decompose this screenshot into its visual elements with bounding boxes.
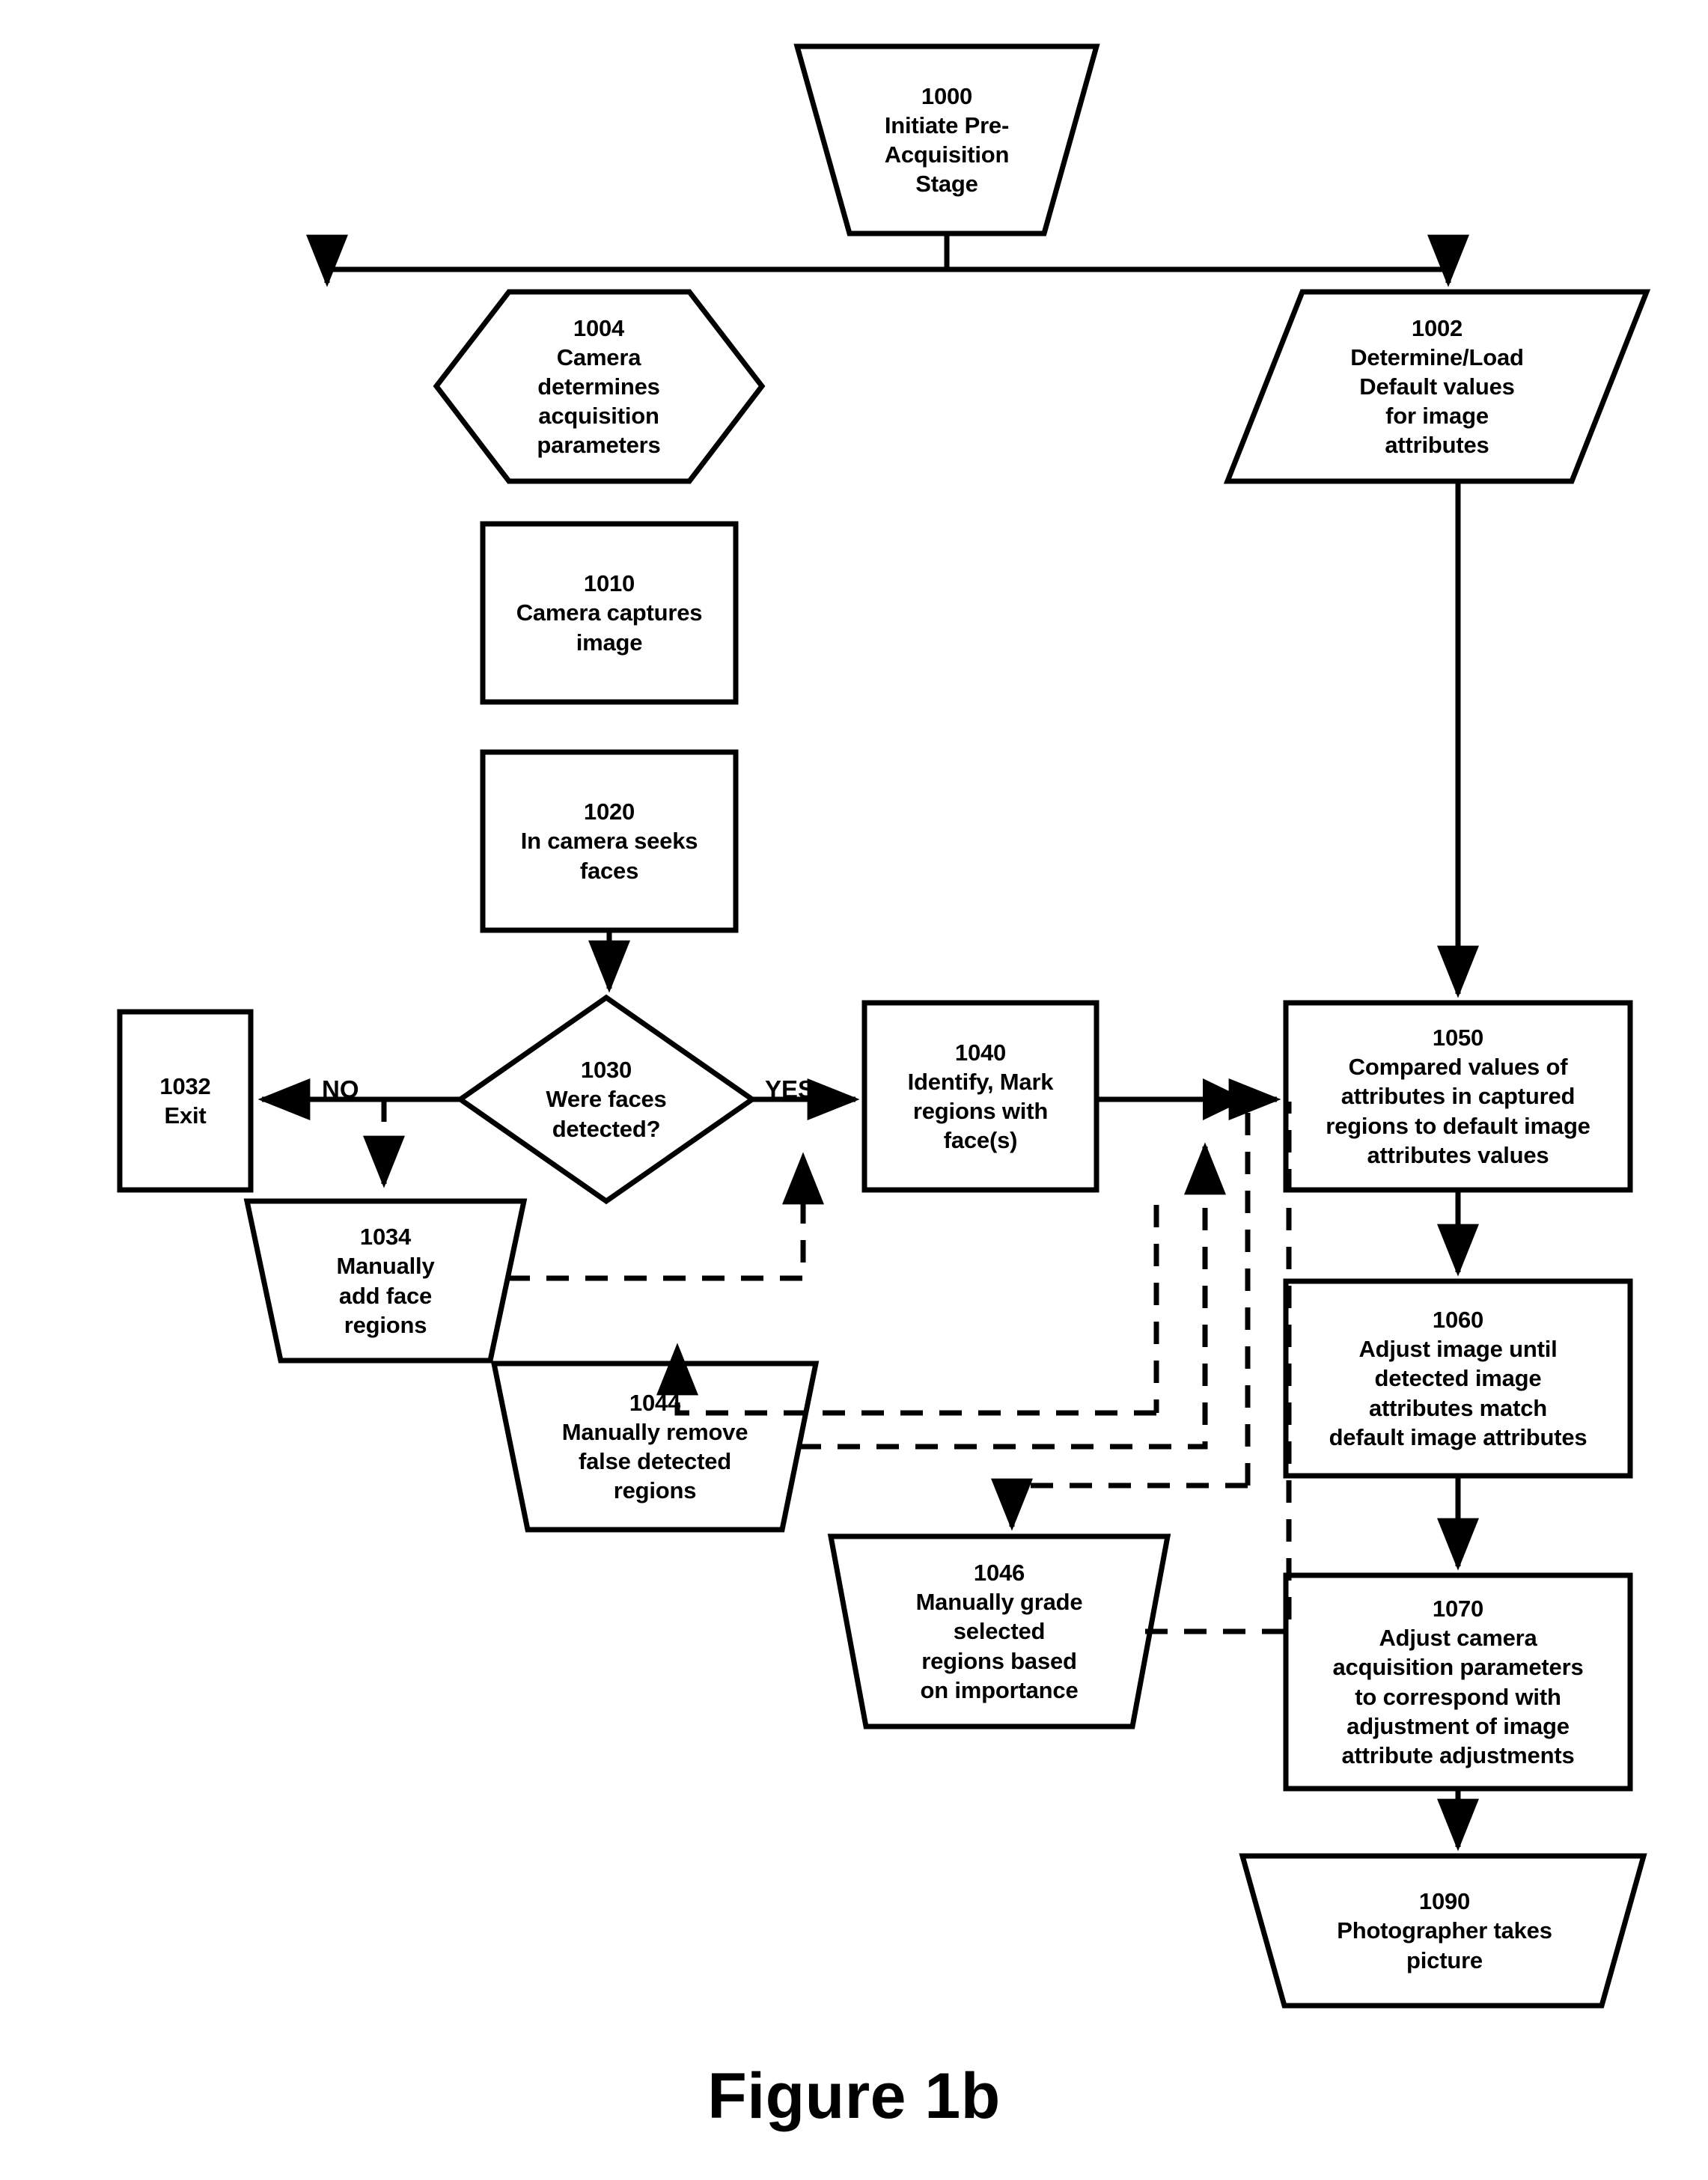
node-shape-1046 (827, 1533, 1171, 1729)
figure-caption-text: Figure 1b (707, 2060, 1001, 2132)
edge-label-yes-text: YES (765, 1075, 815, 1103)
node-shape-1000 (793, 43, 1100, 236)
node-shape-1010 (480, 521, 739, 705)
node-shape-1002 (1223, 289, 1651, 484)
node-shape-1032 (117, 1009, 254, 1193)
figure-caption: Figure 1b (0, 2060, 1708, 2134)
node-shape-1040 (861, 1000, 1099, 1193)
node-shape-1020 (480, 749, 739, 933)
edge-label-no: NO (322, 1075, 359, 1104)
node-shape-1030 (455, 994, 757, 1205)
edge-1000-split (327, 233, 1448, 272)
node-shape-1090 (1239, 1853, 1647, 2009)
node-shape-1050 (1283, 1000, 1633, 1193)
edge-1034-yes-feedback (507, 1152, 824, 1281)
flowchart-svg (117, 43, 1651, 2009)
node-shape-1044 (490, 1361, 820, 1533)
node-shape-1004 (433, 289, 766, 484)
node-shape-1034 (243, 1198, 528, 1364)
edge-label-yes: YES (765, 1075, 814, 1104)
node-shape-1070 (1283, 1572, 1633, 1792)
edge-1040-1050-midarrow (1203, 1078, 1246, 1120)
edge-label-no-text: NO (322, 1075, 359, 1103)
flowchart-canvas: 1000 Initiate Pre- Acquisition Stage 100… (0, 0, 1708, 2180)
node-shape-1060 (1283, 1278, 1633, 1479)
edge-1046-entry (991, 1478, 1248, 1531)
